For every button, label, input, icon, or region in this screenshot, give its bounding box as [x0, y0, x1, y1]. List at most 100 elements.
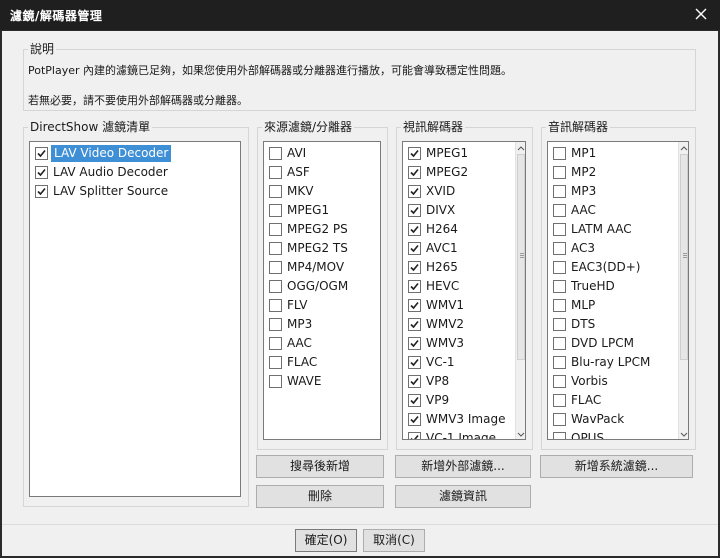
list-item[interactable]: OPUS — [548, 429, 688, 439]
list-item[interactable]: MPEG1 — [264, 201, 380, 220]
checkbox-unchecked[interactable] — [553, 337, 566, 350]
search-add-button[interactable]: 搜尋後新增 — [256, 455, 384, 478]
checkbox-unchecked[interactable] — [269, 223, 282, 236]
checkbox-checked[interactable] — [408, 204, 421, 217]
checkbox-checked[interactable] — [35, 166, 48, 179]
list-item[interactable]: TrueHD — [548, 277, 688, 296]
list-item[interactable]: WMV3 — [403, 334, 525, 353]
list-item[interactable]: LAV Video Decoder — [30, 144, 240, 163]
checkbox-unchecked[interactable] — [553, 318, 566, 331]
checkbox-unchecked[interactable] — [269, 318, 282, 331]
source-filter-list[interactable]: AVI ASF MKV MPEG1 MPEG2 PS MPEG2 TS MP4/MOV OGG… — [263, 141, 381, 440]
list-item[interactable]: WMV1 — [403, 296, 525, 315]
audio-list-scrollbar[interactable] — [678, 142, 688, 439]
list-item[interactable]: ASF — [264, 163, 380, 182]
checkbox-unchecked[interactable] — [553, 299, 566, 312]
checkbox-checked[interactable] — [408, 318, 421, 331]
list-item[interactable]: DVD LPCM — [548, 334, 688, 353]
list-item[interactable]: DTS — [548, 315, 688, 334]
list-item[interactable]: FLAC — [548, 391, 688, 410]
checkbox-unchecked[interactable] — [553, 242, 566, 255]
checkbox-unchecked[interactable] — [553, 166, 566, 179]
checkbox-checked[interactable] — [408, 337, 421, 350]
checkbox-unchecked[interactable] — [553, 375, 566, 388]
list-item[interactable]: OGG/OGM — [264, 277, 380, 296]
list-item[interactable]: VC-1 Image — [403, 429, 525, 439]
list-item[interactable]: HEVC — [403, 277, 525, 296]
checkbox-checked[interactable] — [408, 242, 421, 255]
list-item[interactable]: MPEG2 — [403, 163, 525, 182]
list-item[interactable]: AAC — [264, 334, 380, 353]
video-list-scrollbar[interactable] — [515, 142, 525, 439]
checkbox-unchecked[interactable] — [553, 356, 566, 369]
scroll-down-icon[interactable] — [516, 428, 525, 438]
list-item[interactable]: MP3 — [264, 315, 380, 334]
close-icon[interactable] — [692, 5, 710, 23]
list-item[interactable]: MP4/MOV — [264, 258, 380, 277]
list-item[interactable]: WavPack — [548, 410, 688, 429]
list-item[interactable]: H265 — [403, 258, 525, 277]
checkbox-checked[interactable] — [408, 185, 421, 198]
list-item[interactable]: MP1 — [548, 144, 688, 163]
title-bar[interactable]: 濾鏡/解碼器管理 — [0, 0, 720, 30]
list-item[interactable]: FLAC — [264, 353, 380, 372]
checkbox-unchecked[interactable] — [269, 299, 282, 312]
cancel-button[interactable]: 取消(C) — [363, 529, 425, 552]
checkbox-unchecked[interactable] — [269, 242, 282, 255]
list-item[interactable]: H264 — [403, 220, 525, 239]
scroll-up-icon[interactable] — [516, 143, 525, 153]
checkbox-checked[interactable] — [35, 147, 48, 160]
checkbox-unchecked[interactable] — [269, 280, 282, 293]
list-item[interactable]: VC-1 — [403, 353, 525, 372]
list-item[interactable]: MLP — [548, 296, 688, 315]
scroll-thumb[interactable] — [517, 154, 525, 360]
scroll-down-icon[interactable] — [679, 428, 688, 438]
checkbox-checked[interactable] — [408, 375, 421, 388]
checkbox-unchecked[interactable] — [269, 356, 282, 369]
scroll-up-icon[interactable] — [679, 143, 688, 153]
delete-button[interactable]: 刪除 — [256, 485, 384, 508]
list-item[interactable]: XVID — [403, 182, 525, 201]
checkbox-checked[interactable] — [408, 394, 421, 407]
checkbox-checked[interactable] — [408, 261, 421, 274]
list-item[interactable]: AAC — [548, 201, 688, 220]
list-item[interactable]: MKV — [264, 182, 380, 201]
list-item[interactable]: LAV Splitter Source — [30, 182, 240, 201]
ok-button[interactable]: 確定(O) — [295, 529, 357, 552]
add-system-filter-button[interactable]: 新增系統濾鏡... — [540, 455, 693, 478]
list-item[interactable]: Vorbis — [548, 372, 688, 391]
list-item[interactable]: WAVE — [264, 372, 380, 391]
checkbox-checked[interactable] — [408, 432, 421, 439]
checkbox-checked[interactable] — [408, 223, 421, 236]
checkbox-unchecked[interactable] — [269, 261, 282, 274]
checkbox-unchecked[interactable] — [553, 432, 566, 439]
checkbox-unchecked[interactable] — [269, 204, 282, 217]
list-item[interactable]: MPEG2 PS — [264, 220, 380, 239]
checkbox-unchecked[interactable] — [553, 204, 566, 217]
checkbox-unchecked[interactable] — [269, 337, 282, 350]
scroll-thumb[interactable] — [680, 154, 688, 360]
checkbox-unchecked[interactable] — [553, 413, 566, 426]
list-item[interactable]: AVI — [264, 144, 380, 163]
checkbox-checked[interactable] — [408, 280, 421, 293]
video-decoder-list[interactable]: MPEG1 MPEG2 XVID DIVX H264 AVC1 H265 HEVC WMV1 WM… — [402, 141, 526, 440]
list-item[interactable]: MP3 — [548, 182, 688, 201]
checkbox-checked[interactable] — [408, 356, 421, 369]
list-item[interactable]: AC3 — [548, 239, 688, 258]
list-item[interactable]: VP9 — [403, 391, 525, 410]
checkbox-checked[interactable] — [408, 166, 421, 179]
list-item[interactable]: LAV Audio Decoder — [30, 163, 240, 182]
list-item[interactable]: FLV — [264, 296, 380, 315]
checkbox-unchecked[interactable] — [553, 147, 566, 160]
checkbox-checked[interactable] — [408, 147, 421, 160]
checkbox-checked[interactable] — [35, 185, 48, 198]
checkbox-unchecked[interactable] — [553, 261, 566, 274]
list-item[interactable]: WMV3 Image — [403, 410, 525, 429]
audio-decoder-list[interactable]: MP1 MP2 MP3 AAC LATM AAC AC3 EAC3(DD+) TrueHD ML… — [547, 141, 689, 440]
checkbox-unchecked[interactable] — [553, 394, 566, 407]
list-item[interactable]: VP8 — [403, 372, 525, 391]
list-item[interactable]: DIVX — [403, 201, 525, 220]
list-item[interactable]: MP2 — [548, 163, 688, 182]
checkbox-unchecked[interactable] — [269, 185, 282, 198]
filter-info-button[interactable]: 濾鏡資訊 — [395, 485, 531, 508]
